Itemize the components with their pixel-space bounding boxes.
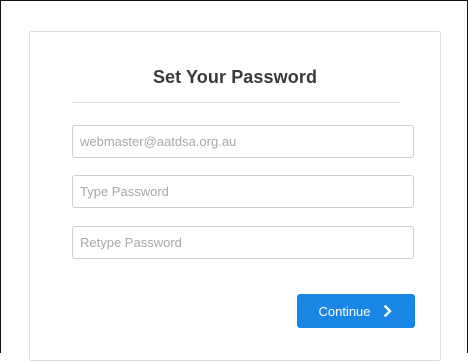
chevron-right-icon bbox=[382, 304, 394, 318]
password-field[interactable] bbox=[72, 175, 414, 208]
continue-button-label: Continue bbox=[318, 303, 371, 319]
window-frame: Set Your Password Continue bbox=[0, 0, 468, 361]
continue-button[interactable]: Continue bbox=[297, 294, 415, 328]
email-field[interactable] bbox=[72, 125, 414, 158]
retype-password-field[interactable] bbox=[72, 226, 414, 259]
set-password-card: Set Your Password Continue bbox=[29, 31, 441, 361]
page-title: Set Your Password bbox=[152, 67, 318, 87]
title-divider bbox=[72, 102, 400, 103]
